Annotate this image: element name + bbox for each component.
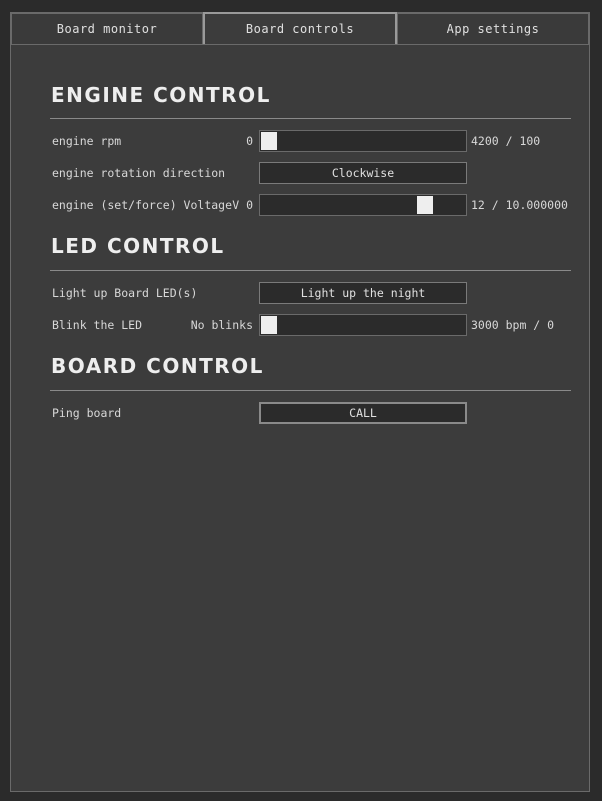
engine-rpm-slider[interactable]	[259, 130, 467, 152]
tab-board-monitor[interactable]: Board monitor	[10, 12, 203, 44]
led-light-button[interactable]: Light up the night	[259, 282, 467, 304]
controls-panel: ENGINE CONTROL engine rpm 0 4200 / 100 e…	[10, 44, 590, 792]
led-blink-label: Blink the LED	[52, 318, 143, 332]
engine-voltage-slider-thumb[interactable]	[417, 196, 434, 214]
led-blink-slider[interactable]	[259, 314, 467, 336]
tab-board-controls[interactable]: Board controls	[203, 12, 397, 44]
engine-rpm-value: 4200 / 100	[471, 134, 541, 148]
led-blink-slider-thumb[interactable]	[261, 316, 277, 334]
window-top	[0, 0, 602, 12]
led-section-title: LED CONTROL	[51, 234, 225, 258]
engine-voltage-label: engine (set/force) Voltage	[52, 198, 233, 212]
engine-voltage-slider[interactable]	[259, 194, 467, 216]
led-blink-min-label: No blinks	[190, 318, 253, 332]
engine-direction-button[interactable]: Clockwise	[259, 162, 467, 184]
engine-section-divider	[50, 118, 571, 119]
tab-bar: Board monitor Board controls App setting…	[10, 12, 590, 44]
tab-app-settings[interactable]: App settings	[397, 12, 590, 44]
engine-voltage-min-label: V 0	[232, 198, 253, 212]
ping-board-label: Ping board	[52, 406, 122, 420]
engine-rpm-slider-thumb[interactable]	[261, 132, 277, 150]
ping-board-call-button[interactable]: CALL	[259, 402, 467, 424]
led-light-label: Light up Board LED(s)	[52, 286, 198, 300]
board-section-divider	[50, 390, 571, 391]
engine-section-title: ENGINE CONTROL	[51, 83, 271, 107]
led-blink-value: 3000 bpm / 0	[471, 318, 555, 332]
engine-rpm-label: engine rpm	[52, 134, 122, 148]
engine-rpm-min-label: 0	[246, 134, 253, 148]
led-section-divider	[50, 270, 571, 271]
board-section-title: BOARD CONTROL	[51, 354, 264, 378]
engine-voltage-value: 12 / 10.000000	[471, 198, 568, 212]
engine-direction-label: engine rotation direction	[52, 166, 226, 180]
